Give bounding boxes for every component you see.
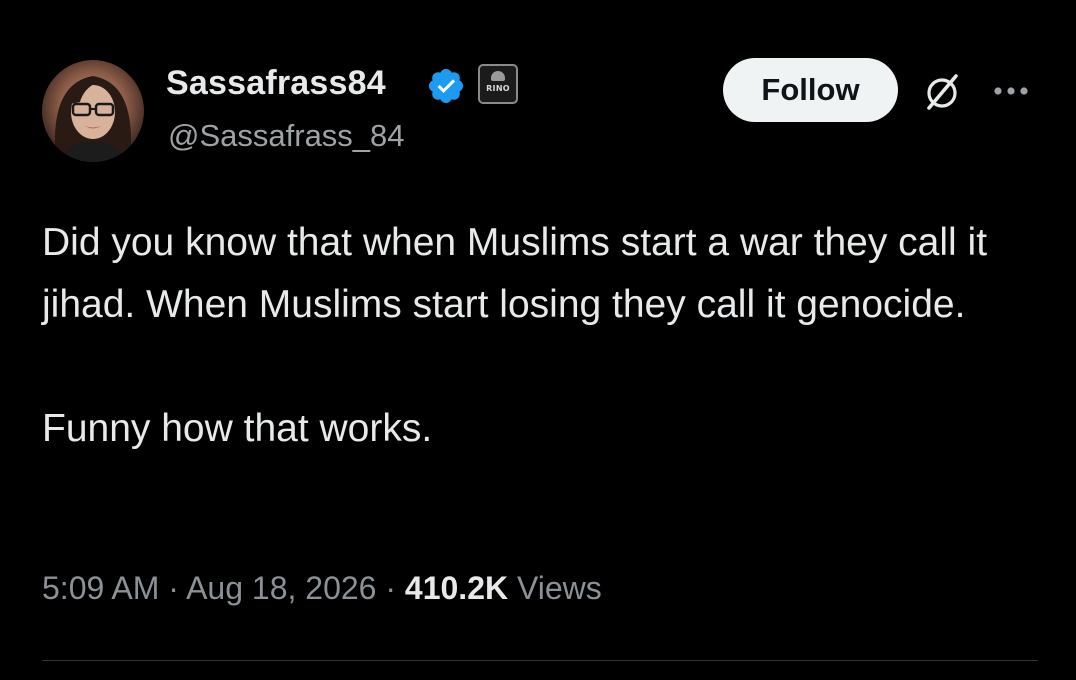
tweet-paragraph: Funny how that works. — [42, 407, 433, 450]
tweet-metadata: 5:09 AM · Aug 18, 2026 · 410.2K Views — [42, 570, 602, 607]
avatar[interactable] — [42, 60, 144, 162]
views-count[interactable]: 410.2K — [405, 570, 508, 606]
tweet-card: Sassafrass84 RINO @Sassafrass_84 Follow … — [0, 0, 1076, 680]
author-handle[interactable]: @Sassafrass_84 — [168, 118, 405, 154]
more-options-icon[interactable] — [990, 78, 1032, 104]
affiliate-crest-icon — [491, 71, 505, 81]
grok-icon[interactable] — [920, 70, 964, 114]
follow-button[interactable]: Follow — [723, 58, 898, 122]
avatar-image — [54, 76, 132, 162]
tweet-date[interactable]: Aug 18, 2026 — [186, 570, 376, 606]
divider — [42, 660, 1038, 661]
author-display-name[interactable]: Sassafrass84 — [166, 64, 386, 103]
views-label: Views — [516, 570, 602, 606]
affiliate-badge-icon[interactable]: RINO — [478, 64, 518, 104]
meta-separator: · — [385, 570, 397, 606]
affiliate-badge-label: RINO — [486, 83, 510, 93]
tweet-time[interactable]: 5:09 AM — [42, 570, 159, 606]
tweet-text: Did you know that when Muslims start a w… — [42, 212, 1042, 460]
tweet-paragraph: Did you know that when Muslims start a w… — [42, 221, 988, 326]
verified-badge-icon[interactable] — [426, 66, 466, 106]
meta-separator: · — [168, 570, 179, 606]
